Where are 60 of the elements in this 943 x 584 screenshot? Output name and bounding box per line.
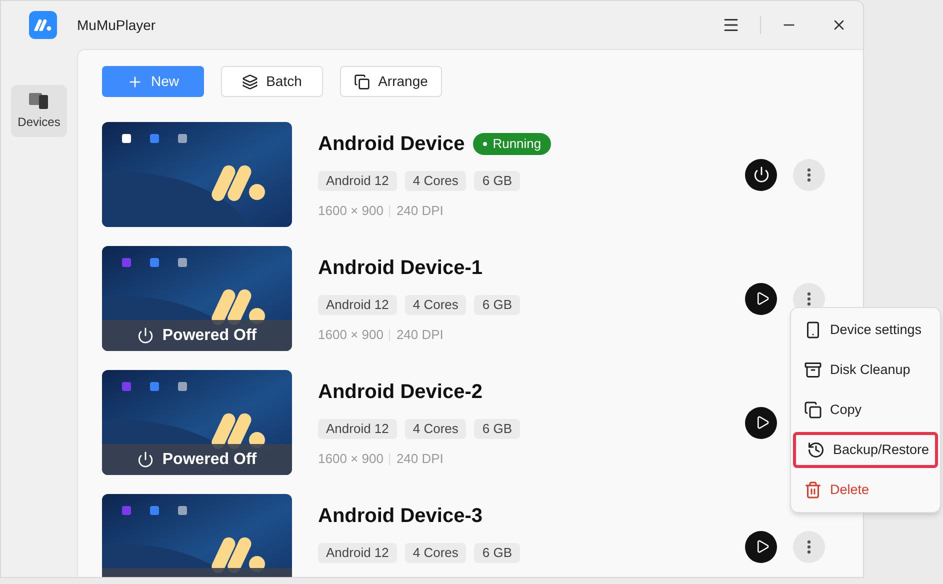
play-icon: [754, 539, 770, 554]
device-name: Android Device: [318, 132, 465, 157]
play-icon: [754, 415, 770, 430]
device-name: Android Device-1: [318, 256, 482, 281]
dpi-text: 240 DPI: [396, 326, 444, 344]
spec-tag: Android 12: [318, 543, 397, 563]
windows-icon: [354, 74, 370, 90]
backup-icon: [807, 441, 825, 459]
toolbar-button[interactable]: Batch: [221, 66, 323, 97]
spec-tag: 6 GB: [474, 171, 520, 191]
more-icon: [807, 540, 811, 554]
more-button[interactable]: [793, 530, 825, 562]
power-icon: [137, 327, 154, 344]
spec-tag: 4 Cores: [404, 171, 466, 191]
dpi-text: 240 DPI: [396, 450, 444, 468]
play-button[interactable]: [745, 282, 777, 314]
dpi-text: 240 DPI: [396, 202, 444, 220]
power-icon: [752, 166, 770, 183]
toolbar-button[interactable]: Arrange: [340, 66, 442, 97]
menu-item[interactable]: Disk Cleanup: [793, 352, 938, 388]
spec-tag: 6 GB: [474, 543, 520, 563]
copy-icon: [804, 401, 822, 419]
delete-icon: [804, 481, 822, 499]
spec-tag: Android 12: [318, 171, 397, 191]
play-icon: [754, 291, 770, 306]
resolution-text: 1600 × 900: [318, 450, 384, 468]
window-title: MuMuPlayer: [77, 16, 156, 35]
more-button[interactable]: [793, 158, 825, 190]
plus-icon: [126, 74, 143, 90]
menu-item[interactable]: Delete: [793, 472, 938, 508]
power-button[interactable]: [745, 158, 777, 190]
more-icon: [807, 168, 811, 182]
app-logo-icon: [29, 11, 57, 39]
play-button[interactable]: [745, 530, 777, 562]
more-icon: [807, 292, 811, 306]
devices-icon: [28, 91, 50, 109]
device-name: Android Device-2: [318, 380, 482, 405]
spec-tag: 4 Cores: [404, 419, 466, 439]
spec-tag: 4 Cores: [404, 295, 466, 315]
menu-icon[interactable]: [722, 16, 740, 34]
device-name: Android Device-3: [318, 504, 482, 529]
sidebar-item[interactable]: Devices: [11, 85, 67, 137]
layers-icon: [242, 74, 258, 90]
status-badge: Running: [472, 133, 552, 155]
play-button[interactable]: [745, 406, 777, 438]
resolution-text: 1600 × 900: [318, 326, 384, 344]
spec-tag: 6 GB: [474, 419, 520, 439]
menu-item[interactable]: Device settings: [793, 312, 938, 348]
cleanup-icon: [804, 361, 822, 379]
powered-off-label: Powered Off: [162, 326, 257, 346]
menu-item[interactable]: Backup/Restore: [793, 432, 938, 468]
settings-icon: [804, 321, 822, 339]
menu-item[interactable]: Copy: [793, 392, 938, 428]
spec-tag: Android 12: [318, 419, 397, 439]
spec-tag: Android 12: [318, 295, 397, 315]
spec-tag: 6 GB: [474, 295, 520, 315]
spec-tag: 4 Cores: [404, 543, 466, 563]
power-icon: [137, 451, 154, 468]
resolution-text: 1600 × 900: [318, 202, 384, 220]
powered-off-label: Powered Off: [162, 450, 257, 470]
